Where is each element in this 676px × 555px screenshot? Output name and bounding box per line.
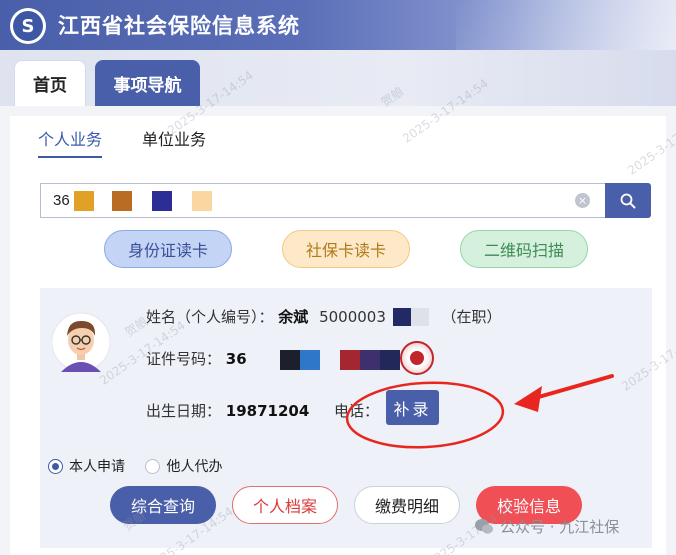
search-button[interactable] <box>605 183 651 218</box>
radio-self-apply[interactable] <box>48 459 63 474</box>
birth-label: 出生日期： <box>146 402 222 420</box>
id-card-read-button[interactable]: 身份证读卡 <box>104 230 232 268</box>
clear-icon[interactable]: × <box>575 193 590 208</box>
employment-status: （在职） <box>441 308 502 326</box>
social-security-card-read-button[interactable]: 社保卡读卡 <box>282 230 410 268</box>
personal-archive-button[interactable]: 个人档案 <box>232 486 338 524</box>
tab-strip: 首页 事项导航 <box>0 50 676 106</box>
radio-agent-apply[interactable] <box>145 459 161 474</box>
birth-value: 19871204 <box>225 402 310 420</box>
applicant-type-group: 本人申请 他人代办 <box>48 456 222 476</box>
main-content: 个人业务 单位业务 × 身份证读卡 社保卡读卡 二维码扫描 <box>10 116 666 555</box>
redaction-block <box>300 350 320 370</box>
app-title: 江西省社会保险信息系统 <box>58 14 300 38</box>
radio-agent-label: 他人代办 <box>166 459 223 475</box>
redaction-block <box>410 308 429 326</box>
wechat-icon <box>475 518 493 534</box>
phone-label: 电话： <box>334 402 380 420</box>
redaction-block <box>280 350 300 370</box>
search-bar: × <box>40 183 651 218</box>
redaction-block <box>74 191 94 211</box>
footer-text: 公众号 · 九江社保 <box>500 518 620 536</box>
tab-home[interactable]: 首页 <box>14 60 86 106</box>
name-label: 姓名（个人编号）： <box>146 308 274 326</box>
id-row: 证件号码： 36 <box>146 348 247 369</box>
app-header: S 江西省社会保险信息系统 <box>0 0 676 50</box>
redaction-block <box>392 308 411 326</box>
footer-watermark: 公众号 · 九江社保 <box>474 516 619 537</box>
name-row: 姓名（个人编号）： 余斌 5000003 （在职） <box>146 306 501 327</box>
birth-row: 出生日期： 19871204 <box>146 400 309 421</box>
social-security-logo-icon: S <box>10 8 46 44</box>
header-decoration <box>456 0 676 50</box>
redaction-block <box>340 350 360 370</box>
qr-code-scan-button[interactable]: 二维码扫描 <box>460 230 588 268</box>
id-label: 证件号码： <box>146 350 222 368</box>
subtab-personal[interactable]: 个人业务 <box>38 126 103 158</box>
radio-self-label: 本人申请 <box>69 459 125 475</box>
redaction-block <box>380 350 400 370</box>
seal-stamp-icon <box>400 341 434 375</box>
redaction-block <box>360 350 380 370</box>
id-value: 36 <box>225 350 247 368</box>
logo-glyph: S <box>13 11 43 41</box>
search-icon <box>620 193 636 208</box>
avatar <box>52 312 110 372</box>
person-number-value: 5000003 <box>319 308 386 326</box>
phone-supplement-button[interactable]: 补录 <box>386 390 439 425</box>
redaction-block <box>112 191 132 211</box>
redaction-block <box>192 191 212 211</box>
payment-details-button[interactable]: 缴费明细 <box>354 486 460 524</box>
name-value: 余斌 <box>278 308 309 326</box>
redaction-block <box>152 191 172 211</box>
tab-item-navigation[interactable]: 事项导航 <box>95 60 200 106</box>
